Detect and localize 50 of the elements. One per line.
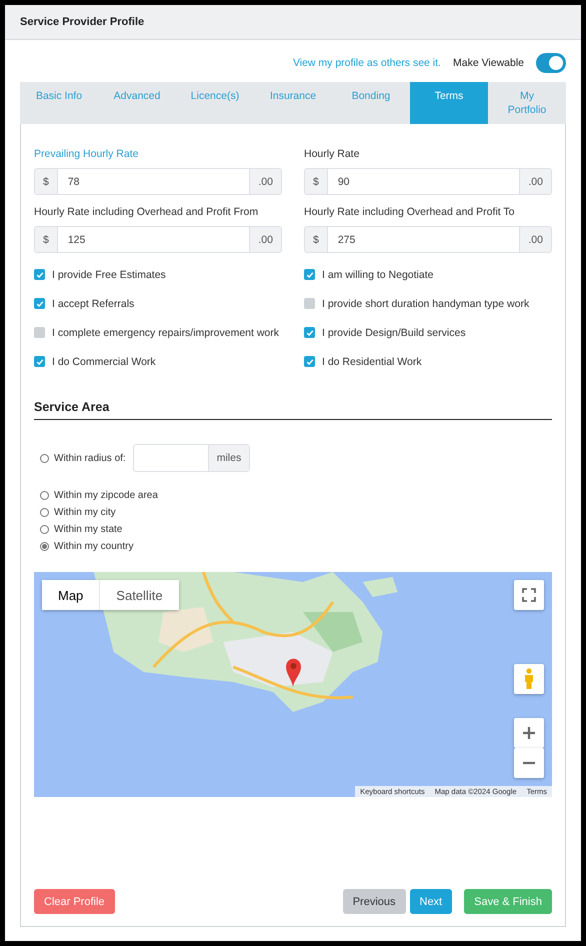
checkbox[interactable]: [34, 298, 45, 309]
zoom-in-button[interactable]: [514, 718, 544, 748]
field-label: Prevailing Hourly Rate: [34, 148, 140, 160]
rate-field[interactable]: $ 78 .00: [34, 168, 282, 195]
radio-label: Within my city: [54, 507, 116, 518]
plus-icon: [522, 726, 536, 740]
fullscreen-button[interactable]: [514, 580, 544, 610]
checkbox[interactable]: [304, 356, 315, 367]
radio-label: Within my zipcode area: [54, 490, 158, 501]
checkbox-label: I accept Referrals: [52, 297, 134, 312]
checkbox-label: I provide short duration handyman type work: [322, 297, 530, 312]
radio-label: Within my state: [54, 524, 122, 535]
fullscreen-icon: [522, 588, 536, 602]
previous-button[interactable]: Previous: [342, 889, 406, 914]
checkbox-label: I provide Free Estimates: [52, 268, 166, 283]
viewable-label: Make Viewable: [452, 57, 524, 69]
checkbox-label: I complete emergency repairs/improvement work: [52, 326, 280, 341]
checkbox-label: I am willing to Negotiate: [322, 268, 434, 283]
checkbox[interactable]: [304, 327, 315, 338]
radio-button[interactable]: [40, 542, 49, 551]
person-icon: [523, 668, 535, 690]
minus-icon: [522, 761, 536, 765]
rate-field[interactable]: $ 90 .00: [304, 168, 552, 195]
checkbox[interactable]: [34, 269, 45, 280]
radio-label: Within radius of:: [54, 452, 126, 464]
field-label: Hourly Rate: [304, 148, 360, 160]
checkbox[interactable]: [34, 327, 45, 338]
viewable-toggle[interactable]: [536, 53, 566, 73]
checkbox[interactable]: [34, 356, 45, 367]
map-type-button[interactable]: Satellite: [100, 580, 179, 610]
map-type-button[interactable]: Map: [42, 580, 100, 610]
radio-button[interactable]: [40, 508, 49, 517]
street-view-button[interactable]: [514, 664, 544, 694]
field-label: Hourly Rate including Overhead and Profit From: [34, 206, 260, 218]
zoom-out-button[interactable]: [514, 748, 544, 778]
rate-field[interactable]: $ 275 .00: [304, 226, 552, 253]
checkbox[interactable]: [304, 269, 315, 280]
radio-button[interactable]: [40, 525, 49, 534]
section-heading: Service Area: [34, 400, 552, 420]
checkbox-label: I provide Design/Build services: [322, 326, 466, 341]
field-label: Hourly Rate including Overhead and Profit To: [304, 206, 516, 218]
checkbox-label: I do Commercial Work: [52, 355, 156, 370]
rate-field[interactable]: $ 125 .00: [34, 226, 282, 253]
radio-button[interactable]: [40, 454, 49, 462]
radius-field[interactable]: miles: [132, 444, 250, 472]
radio-button[interactable]: [40, 491, 49, 500]
checkbox[interactable]: [304, 298, 315, 309]
checkbox-label: I do Residential Work: [322, 355, 422, 370]
panel-title: Service Provider Profile: [20, 16, 144, 28]
radio-label: Within my country: [54, 541, 134, 552]
